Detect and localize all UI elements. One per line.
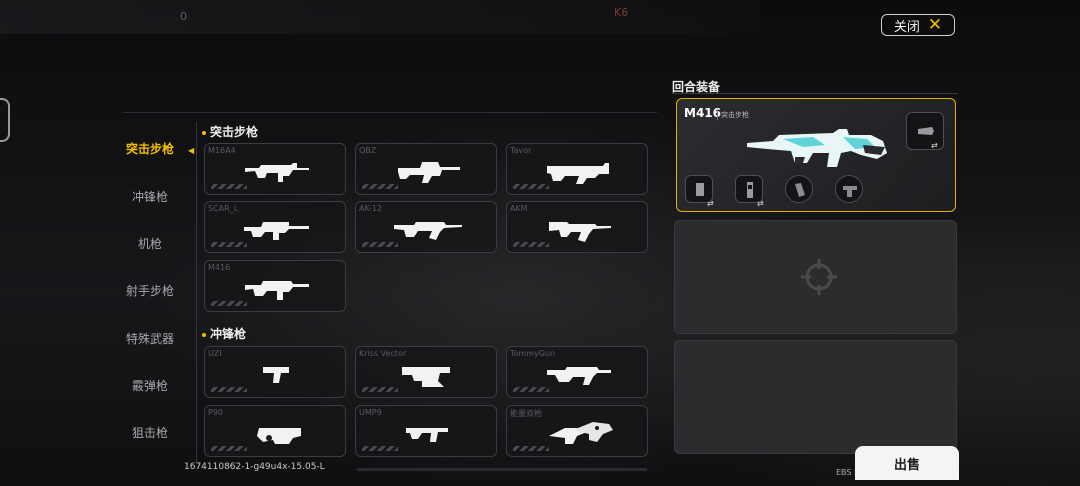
rifle-icon	[549, 222, 611, 242]
rarity-stripes	[513, 446, 549, 451]
bullet-dot-icon	[202, 332, 206, 337]
weapon-slot-scar-l[interactable]: SCAR_L	[204, 201, 346, 253]
crosshair-icon	[801, 259, 837, 295]
weapon-slot-uzi[interactable]: UZI	[204, 346, 346, 398]
weapon-slot-m16a4[interactable]: M16A4	[204, 143, 346, 195]
rarity-stripes	[362, 387, 398, 392]
smg-icon	[263, 367, 289, 383]
active-category-marker-icon: ◀	[188, 146, 195, 155]
weapon-list-scrollbar[interactable]	[357, 468, 647, 471]
bullpup-rifle-icon	[398, 162, 460, 183]
dual-energy-gun-icon	[549, 422, 613, 444]
rarity-stripes	[211, 301, 247, 306]
close-button[interactable]: 关闭 ✕	[881, 14, 955, 36]
hud-ghost-text: 0	[180, 10, 187, 23]
equipped-weapon-name: M416	[684, 106, 721, 120]
divider	[123, 112, 657, 113]
smg-icon	[406, 428, 448, 442]
attachment-slot-curved-magazine[interactable]	[785, 175, 813, 203]
rarity-stripes	[211, 446, 247, 451]
scope-icon	[918, 127, 934, 135]
weapon-slot-dual-energy-gun[interactable]: 能量双枪	[506, 405, 648, 457]
equipped-weapon-type: 突击步枪	[717, 110, 749, 120]
rarity-stripes	[362, 242, 398, 247]
rarity-stripes	[211, 242, 247, 247]
empty-weapon-slot[interactable]	[674, 340, 957, 454]
weapon-slot-qbz[interactable]: QBZ	[355, 143, 497, 195]
weapon-slot-ump9[interactable]: UMP9	[355, 405, 497, 457]
section-title-smg: 冲锋枪	[202, 325, 246, 342]
rarity-stripes	[513, 242, 549, 247]
divider	[672, 93, 958, 94]
category-item-smg[interactable]: 冲锋枪	[110, 188, 190, 205]
swap-icon[interactable]: ⇄	[931, 141, 938, 150]
rarity-stripes	[211, 184, 247, 189]
category-item-assault-rifle[interactable]: 突击步枪	[110, 140, 190, 157]
rarity-stripes	[211, 387, 247, 392]
category-item-sniper[interactable]: 狙击枪	[110, 424, 190, 441]
rifle-icon	[245, 281, 309, 300]
hud-ghost-text: K6	[614, 6, 629, 19]
smg-icon	[257, 428, 301, 444]
close-icon: ✕	[927, 14, 943, 35]
bullet-dot-icon	[202, 130, 206, 135]
category-item-shotgun[interactable]: 霰弹枪	[110, 377, 190, 394]
magazine-icon	[696, 183, 704, 196]
stock-icon	[747, 182, 753, 198]
category-item-special-weapon[interactable]: 特殊武器	[110, 330, 190, 347]
rarity-stripes	[362, 184, 398, 189]
swap-icon[interactable]: ⇄	[707, 199, 714, 208]
empty-weapon-slot[interactable]	[674, 220, 957, 334]
rarity-stripes	[513, 387, 549, 392]
equipped-weapon-card[interactable]: M416 突击步枪 ⇄ ⇄ ⇄	[676, 98, 956, 212]
bullpup-rifle-icon	[547, 163, 609, 184]
weapon-slot-kriss-vector[interactable]: Kriss Vector	[355, 346, 497, 398]
rarity-stripes	[513, 184, 549, 189]
attachment-slot-grip[interactable]	[835, 175, 863, 203]
weapon-slot-tommygun[interactable]: TommyGun	[506, 346, 648, 398]
attachment-slot-scope[interactable]	[906, 112, 944, 150]
hud-top-strip	[0, 0, 760, 34]
sell-button[interactable]: 出售	[855, 446, 959, 480]
category-item-marksman-rifle[interactable]: 射手步枪	[110, 282, 190, 299]
magazine-curved-icon	[795, 183, 805, 197]
build-id-text: 1674110862-1-g49u4x-15.05-L	[184, 462, 325, 472]
grip-icon	[843, 186, 857, 197]
rifle-icon	[245, 163, 309, 182]
smg-icon	[402, 367, 450, 387]
weapon-slot-m416[interactable]: M416	[204, 260, 346, 312]
side-drawer-handle[interactable]	[0, 98, 10, 142]
weapon-slot-akm[interactable]: AKM	[506, 201, 648, 253]
weapon-slot-p90[interactable]: P90	[204, 405, 346, 457]
rifle-icon	[244, 222, 309, 240]
weapon-slot-tavor[interactable]: Tavor	[506, 143, 648, 195]
divider	[196, 122, 197, 462]
smg-icon	[547, 367, 611, 385]
swap-icon[interactable]: ⇄	[757, 199, 764, 208]
m416-skin-icon	[747, 129, 887, 167]
close-label: 关闭	[893, 19, 920, 35]
rifle-icon	[394, 222, 462, 240]
category-item-machine-gun[interactable]: 机枪	[110, 235, 190, 252]
weapon-slot-ak-12[interactable]: AK-12	[355, 201, 497, 253]
section-title-assault-rifle: 突击步枪	[202, 123, 258, 140]
rarity-stripes	[362, 446, 398, 451]
